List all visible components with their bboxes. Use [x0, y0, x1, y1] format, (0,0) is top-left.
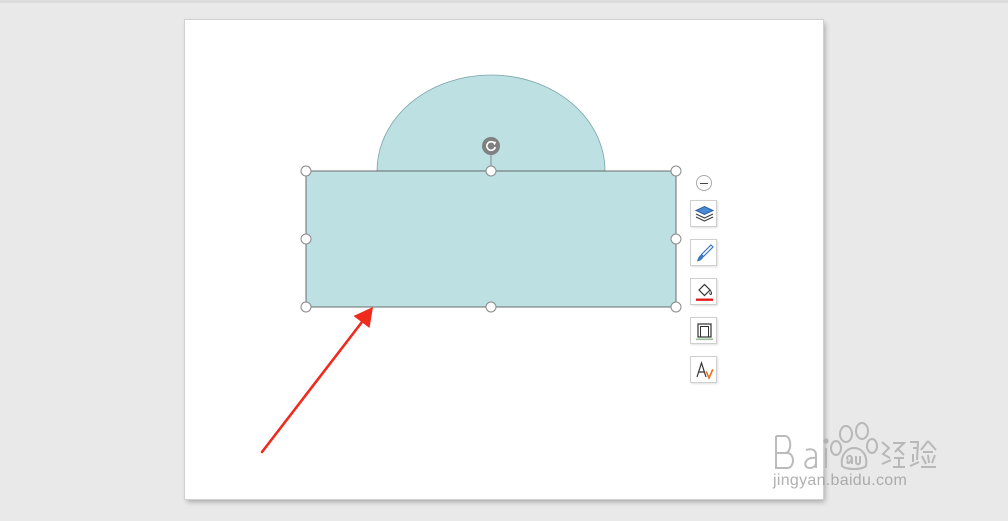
shape-fill-button[interactable] [690, 278, 717, 305]
arrange-layers-button[interactable] [690, 200, 717, 227]
collapse-toolbar-button[interactable] [696, 175, 712, 191]
rectangle-shape-selected[interactable] [305, 170, 677, 308]
annotation-arrow [260, 307, 373, 454]
layers-icon [694, 205, 715, 222]
handle-top-middle [485, 165, 497, 177]
handle-top-right [670, 165, 682, 177]
handle-bottom-right [670, 301, 682, 313]
screen: { "colors": { "shape_fill": "#bde0e3", "… [0, 0, 1008, 521]
baidu-jingyan-logo [775, 422, 937, 470]
handle-top-left [300, 165, 312, 177]
shape-outline-button[interactable] [690, 317, 717, 344]
rotate-handle[interactable] [482, 137, 500, 155]
outline-icon [696, 323, 713, 341]
baidu-jingyan-watermark: jingyan.baidu.com [770, 410, 970, 500]
text-effects-button[interactable] [690, 356, 717, 383]
shape-style-button[interactable] [690, 239, 717, 266]
watermark-url: jingyan.baidu.com [773, 472, 908, 489]
handle-middle-right [670, 233, 682, 245]
floating-shape-toolbar [689, 175, 721, 385]
text-effect-icon [696, 361, 714, 381]
handle-middle-left [300, 233, 312, 245]
handle-bottom-middle [485, 301, 497, 313]
minus-icon [700, 182, 708, 185]
handle-bottom-left [300, 301, 312, 313]
paint-bucket-icon [696, 283, 713, 301]
brush-icon [697, 244, 714, 262]
